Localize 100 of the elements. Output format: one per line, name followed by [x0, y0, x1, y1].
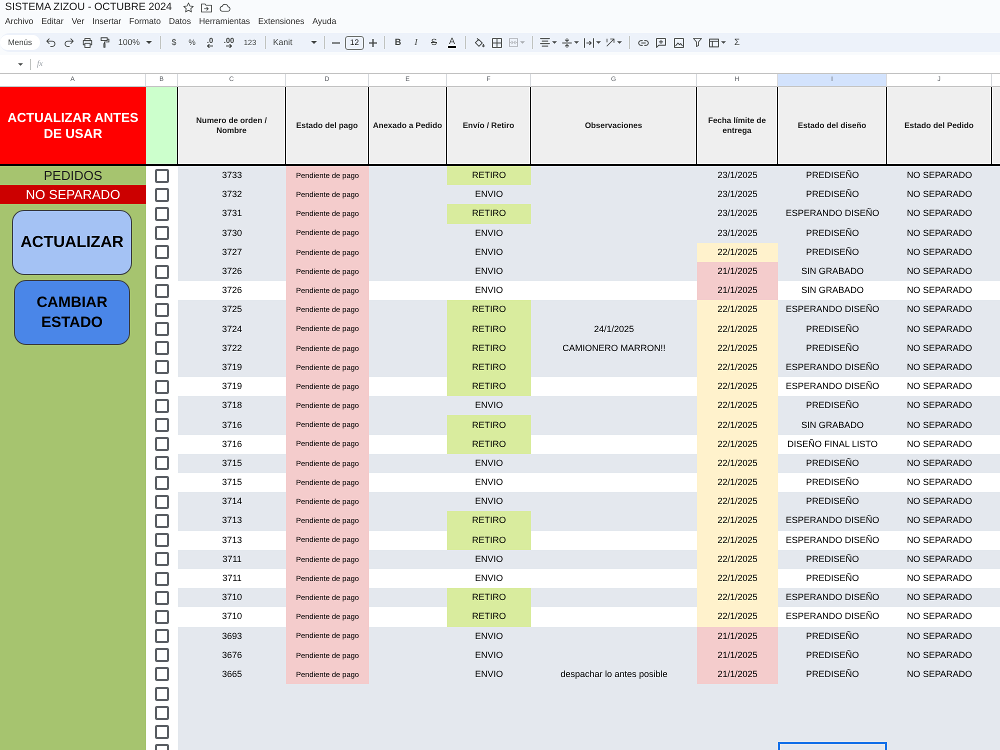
checkbox[interactable]: [155, 456, 169, 470]
deadline-date: 22/1/2025: [697, 588, 778, 608]
note-text: CAMIONERO MARRON!!: [561, 342, 666, 355]
redo-icon: [64, 38, 74, 47]
printer-icon: [82, 38, 92, 48]
order-status: NO SEPARADO: [906, 610, 974, 624]
delivery-method: ENVIO: [474, 630, 504, 643]
deadline-date: 22/1/2025: [697, 454, 778, 473]
order-number: 3731: [220, 207, 244, 220]
deadline-date: 22/1/2025: [697, 473, 778, 492]
percent-button[interactable]: %: [183, 34, 201, 52]
font-dropdown[interactable]: Kanit: [270, 34, 320, 52]
checkbox[interactable]: [155, 629, 169, 644]
borders-icon: [492, 38, 502, 48]
menu-item[interactable]: Herramientas: [199, 17, 250, 26]
order-number: 3724: [220, 322, 244, 336]
checkbox[interactable]: [155, 322, 169, 336]
checkbox[interactable]: [155, 686, 169, 701]
star-icon[interactable]: [182, 2, 194, 13]
menu-item[interactable]: Datos: [168, 17, 192, 26]
strikethrough-button[interactable]: S: [425, 34, 443, 52]
cloud-icon[interactable]: [218, 3, 231, 12]
bold-button[interactable]: B: [389, 34, 407, 52]
order-status: NO SEPARADO: [906, 360, 974, 374]
filter-label: NO SEPARADO: [0, 185, 146, 204]
deadline-date: 22/1/2025: [697, 300, 778, 320]
deadline-date: 22/1/2025: [697, 511, 778, 531]
checkbox[interactable]: [155, 552, 169, 566]
menu-item[interactable]: Ayuda: [312, 17, 336, 26]
checkbox[interactable]: [155, 398, 169, 413]
caret-icon: [552, 41, 556, 44]
checkbox[interactable]: [155, 206, 169, 221]
delivery-method: RETIRO: [447, 377, 531, 396]
checkbox[interactable]: [155, 245, 169, 260]
menu-item[interactable]: Ver: [72, 17, 84, 26]
checkbox[interactable]: [155, 380, 169, 394]
italic-button[interactable]: I: [407, 34, 425, 52]
checkbox[interactable]: [155, 590, 169, 605]
checkbox[interactable]: [155, 188, 169, 202]
checkbox[interactable]: [155, 533, 169, 548]
functions-button[interactable]: Σ: [728, 34, 746, 52]
menu-item[interactable]: Extensiones: [258, 17, 304, 26]
font-size-field[interactable]: 12: [345, 36, 364, 50]
order-number: 3665: [220, 668, 244, 681]
design-status: ESPERANDO DISEÑO: [784, 303, 880, 316]
checkbox[interactable]: [155, 302, 169, 317]
checkbox[interactable]: [155, 725, 169, 740]
deadline-date: 22/1/2025: [697, 358, 778, 378]
order-number: 3726: [220, 265, 244, 278]
deadline-date: 21/1/2025: [697, 626, 778, 646]
checkbox[interactable]: [155, 648, 169, 662]
menu-item[interactable]: Insertar: [92, 17, 122, 26]
delivery-method: RETIRO: [447, 511, 531, 531]
delivery-method: ENVIO: [474, 265, 504, 278]
change-status-button[interactable]: CAMBIAR ESTADO: [14, 280, 130, 346]
order-status: NO SEPARADO: [906, 534, 974, 547]
deadline-date: 22/1/2025: [697, 434, 778, 454]
checkbox[interactable]: [155, 514, 169, 528]
checkbox[interactable]: [155, 572, 169, 586]
deadline-date: 22/1/2025: [697, 377, 778, 396]
checkbox[interactable]: [155, 418, 169, 432]
currency-button[interactable]: $: [165, 34, 183, 52]
deadline-date: 22/1/2025: [697, 568, 778, 588]
delivery-method: RETIRO: [447, 415, 531, 435]
menu-item[interactable]: Formato: [129, 17, 161, 26]
column-header: Anexado a Pedido: [369, 87, 447, 164]
caret-icon: [18, 62, 23, 66]
design-status: PREDISEÑO: [804, 456, 860, 470]
checkbox[interactable]: [155, 226, 169, 240]
deadline-date: 22/1/2025: [697, 338, 778, 358]
design-status: ESPERANDO DISEÑO: [784, 380, 880, 394]
checkbox[interactable]: [155, 437, 169, 452]
delivery-method: ENVIO: [474, 246, 504, 259]
menu-item[interactable]: Archivo: [5, 17, 34, 26]
order-status: NO SEPARADO: [906, 342, 974, 355]
text-color-label: A: [448, 37, 456, 48]
order-status: NO SEPARADO: [906, 207, 974, 220]
checkbox[interactable]: [155, 341, 169, 356]
folder-icon[interactable]: [200, 2, 212, 12]
design-status: ESPERANDO DISEÑO: [784, 360, 880, 374]
caret-icon: [311, 41, 317, 44]
checkbox[interactable]: [155, 360, 169, 374]
design-status: PREDISEÑO: [804, 476, 860, 490]
text-color-button[interactable]: A: [443, 34, 461, 52]
checkbox[interactable]: [155, 706, 169, 720]
menus-button[interactable]: Menús: [0, 35, 40, 50]
checkbox[interactable]: [155, 667, 169, 682]
paint-roller-icon: [100, 37, 110, 48]
checkbox[interactable]: [155, 264, 169, 279]
zoom-dropdown[interactable]: 100%: [114, 34, 156, 52]
checkbox[interactable]: [155, 168, 169, 183]
checkbox[interactable]: [155, 610, 169, 624]
checkbox[interactable]: [155, 476, 169, 490]
checkbox[interactable]: [155, 284, 169, 298]
menu-item[interactable]: Editar: [41, 17, 64, 26]
refresh-button[interactable]: ACTUALIZAR: [12, 210, 132, 276]
order-status: NO SEPARADO: [906, 265, 974, 278]
checkbox[interactable]: [155, 494, 169, 509]
order-status: NO SEPARADO: [906, 246, 974, 259]
delivery-method: ENVIO: [474, 495, 504, 508]
